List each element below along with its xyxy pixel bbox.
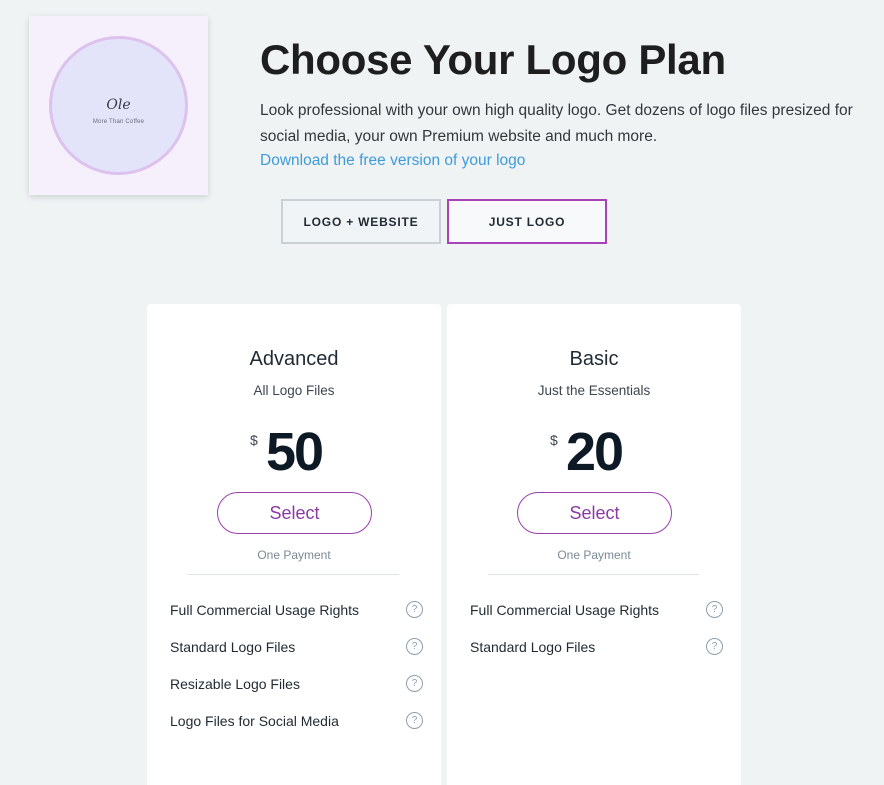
help-icon[interactable]: ?: [706, 638, 723, 655]
toggle-logo-website[interactable]: LOGO + WEBSITE: [281, 199, 441, 244]
divider: [188, 574, 399, 575]
payment-note: One Payment: [257, 548, 331, 562]
feature-label: Full Commercial Usage Rights: [470, 602, 660, 618]
feature-label: Standard Logo Files: [170, 639, 296, 655]
price-amount: 20: [565, 422, 624, 482]
plan-card-advanced: Advanced All Logo Files $ 50 Select One …: [147, 304, 441, 785]
price-amount: 50: [265, 422, 324, 482]
feature-list: Full Commercial Usage Rights ? Standard …: [170, 601, 423, 750]
plan-name: Basic: [569, 348, 619, 370]
feature-label: Resizable Logo Files: [170, 676, 300, 692]
payment-note: One Payment: [557, 548, 631, 562]
select-basic-button[interactable]: Select: [517, 492, 672, 534]
plan-subtitle: All Logo Files: [253, 383, 335, 398]
select-advanced-button[interactable]: Select: [217, 492, 372, 534]
logo-name: Ole: [106, 97, 131, 113]
logo-preview-circle: Ole More Than Coffee: [49, 36, 188, 175]
plan-price: $ 20: [447, 422, 741, 482]
feature-item: Resizable Logo Files ?: [170, 675, 423, 713]
feature-item: Logo Files for Social Media ?: [170, 712, 423, 750]
feature-label: Logo Files for Social Media: [170, 713, 339, 729]
toggle-just-logo[interactable]: JUST LOGO: [447, 199, 607, 244]
help-icon[interactable]: ?: [406, 675, 423, 692]
download-free-logo-link[interactable]: Download the free version of your logo: [260, 152, 525, 170]
feature-item: Standard Logo Files ?: [470, 638, 723, 676]
help-icon[interactable]: ?: [406, 601, 423, 618]
page-description: Look professional with your own high qua…: [260, 102, 853, 145]
currency-symbol: $: [249, 432, 258, 448]
pricing-page: Ole More Than Coffee Choose Your Logo Pl…: [0, 0, 884, 785]
page-title: Choose Your Logo Plan: [260, 36, 726, 83]
plan-price: $ 50: [147, 422, 441, 482]
help-icon[interactable]: ?: [706, 601, 723, 618]
help-icon[interactable]: ?: [406, 712, 423, 729]
feature-item: Standard Logo Files ?: [170, 638, 423, 676]
currency-symbol: $: [549, 432, 558, 448]
plan-name: Advanced: [249, 348, 339, 370]
feature-list: Full Commercial Usage Rights ? Standard …: [470, 601, 723, 676]
help-icon[interactable]: ?: [406, 638, 423, 655]
feature-label: Full Commercial Usage Rights: [170, 602, 360, 618]
logo-tagline: More Than Coffee: [92, 119, 145, 125]
divider: [488, 574, 699, 575]
feature-item: Full Commercial Usage Rights ?: [170, 601, 423, 639]
feature-label: Standard Logo Files: [470, 639, 596, 655]
plan-subtitle: Just the Essentials: [537, 383, 651, 398]
feature-item: Full Commercial Usage Rights ?: [470, 601, 723, 639]
plan-card-basic: Basic Just the Essentials $ 20 Select On…: [447, 304, 741, 785]
logo-preview-card: Ole More Than Coffee: [29, 16, 208, 195]
